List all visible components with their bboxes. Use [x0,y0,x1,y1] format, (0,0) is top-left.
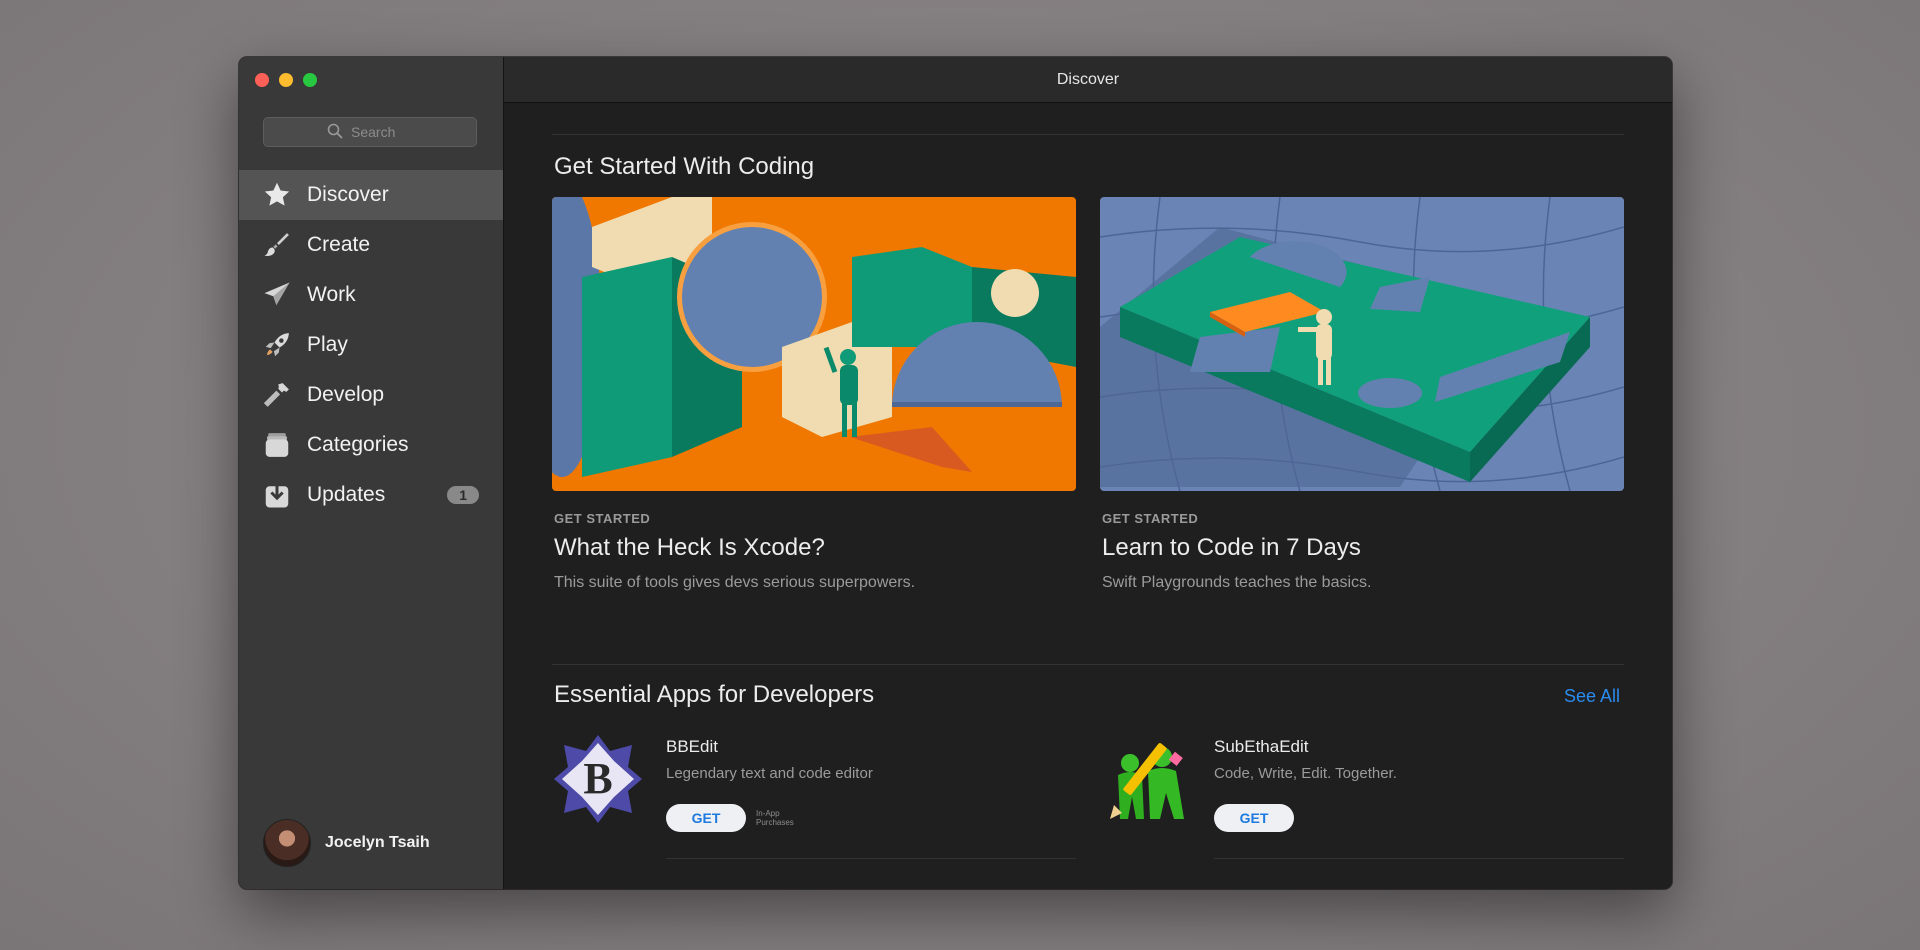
sidebar-item-label: Work [307,283,356,306]
search-input[interactable] [349,123,413,141]
avatar[interactable] [263,819,311,867]
divider [666,858,1076,859]
sidebar-item-label: Create [307,233,371,256]
sidebar-item-play[interactable]: Play [239,320,503,370]
main-panel: Discover Get Started With Coding GET STA… [504,57,1672,889]
story-cards: GET STARTED What the Heck Is Xcode? This… [552,197,1624,592]
get-row: GET [1214,804,1397,832]
subethaedit-app-icon[interactable] [1100,733,1192,825]
sidebar-item-label: Updates [307,483,386,506]
app-list: B BBEdit Legendary text and code editor … [552,733,1624,859]
section-title: Get Started With Coding [554,153,815,180]
get-row: GET In-App Purchases [666,804,873,832]
app-item-bbedit[interactable]: B BBEdit Legendary text and code editor … [552,733,1076,859]
sidebar-item-work[interactable]: Work [239,270,503,320]
rocket-icon [261,329,293,361]
get-button[interactable]: GET [666,804,746,832]
xcode-story-illustration[interactable] [552,197,1076,491]
sidebar-nav: Discover Create Work Play Develop Catego… [239,170,503,520]
sidebar-item-label: Develop [307,383,385,406]
section-title: Essential Apps for Developers [554,681,875,708]
story-title[interactable]: What the Heck Is Xcode? [554,534,1076,562]
svg-text:B: B [583,754,612,803]
story-subtitle: This suite of tools gives devs serious s… [554,574,916,591]
search-field[interactable] [263,117,477,147]
user-name: Jocelyn Tsaih [325,834,430,851]
close-button[interactable] [255,73,269,87]
bbedit-app-icon[interactable]: B [552,733,644,825]
app-item-subethaedit[interactable]: SubEthaEdit Code, Write, Edit. Together.… [1100,733,1624,859]
app-store-window: Discover Create Work Play [239,57,1672,889]
story-subtitle: Swift Playgrounds teaches the basics. [1102,574,1372,591]
stack-icon [261,429,293,461]
app-name[interactable]: SubEthaEdit [1214,737,1397,757]
get-button[interactable]: GET [1214,804,1294,832]
app-name[interactable]: BBEdit [666,737,873,757]
app-info: BBEdit Legendary text and code editor GE… [666,733,873,859]
sidebar: Discover Create Work Play [239,57,504,889]
story-card[interactable]: GET STARTED What the Heck Is Xcode? This… [552,197,1076,592]
updates-count-badge: 1 [447,486,479,504]
sidebar-item-label: Discover [307,183,389,206]
title-bar: Discover [504,57,1672,103]
user-profile[interactable]: Jocelyn Tsaih [263,819,430,867]
in-app-purchases-note: In-App Purchases [756,809,816,827]
story-eyebrow: GET STARTED [1102,511,1199,526]
see-all-link[interactable]: See All [1564,686,1620,707]
divider [552,134,1624,135]
sidebar-item-label: Play [307,333,348,356]
sidebar-item-categories[interactable]: Categories [239,420,503,470]
sidebar-item-create[interactable]: Create [239,220,503,270]
content-scroll: Get Started With Coding GET STARTED What… [552,102,1624,859]
note-line: In-App [756,809,780,818]
app-info: SubEthaEdit Code, Write, Edit. Together.… [1214,733,1397,859]
brush-icon [261,229,293,261]
sidebar-item-label: Categories [307,433,409,456]
minimize-button[interactable] [279,73,293,87]
divider [552,664,1624,665]
app-description: Code, Write, Edit. Together. [1214,765,1397,782]
app-description: Legendary text and code editor [666,765,873,782]
sidebar-item-discover[interactable]: Discover [239,170,503,220]
window-title: Discover [1056,70,1120,88]
story-title[interactable]: Learn to Code in 7 Days [1102,534,1624,562]
star-icon [261,179,293,211]
sidebar-item-develop[interactable]: Develop [239,370,503,420]
story-card[interactable]: GET STARTED Learn to Code in 7 Days Swif… [1100,197,1624,592]
window-controls [255,73,317,87]
search-icon [327,123,343,142]
paper-plane-icon [261,279,293,311]
sidebar-item-updates[interactable]: Updates 1 [239,470,503,520]
hammer-icon [261,379,293,411]
divider [1214,858,1624,859]
story-eyebrow: GET STARTED [554,511,651,526]
note-line: Purchases [756,818,794,827]
zoom-button[interactable] [303,73,317,87]
section-header: Essential Apps for Developers See All [552,681,1624,711]
download-icon [261,479,293,511]
swift-playgrounds-illustration[interactable] [1100,197,1624,491]
